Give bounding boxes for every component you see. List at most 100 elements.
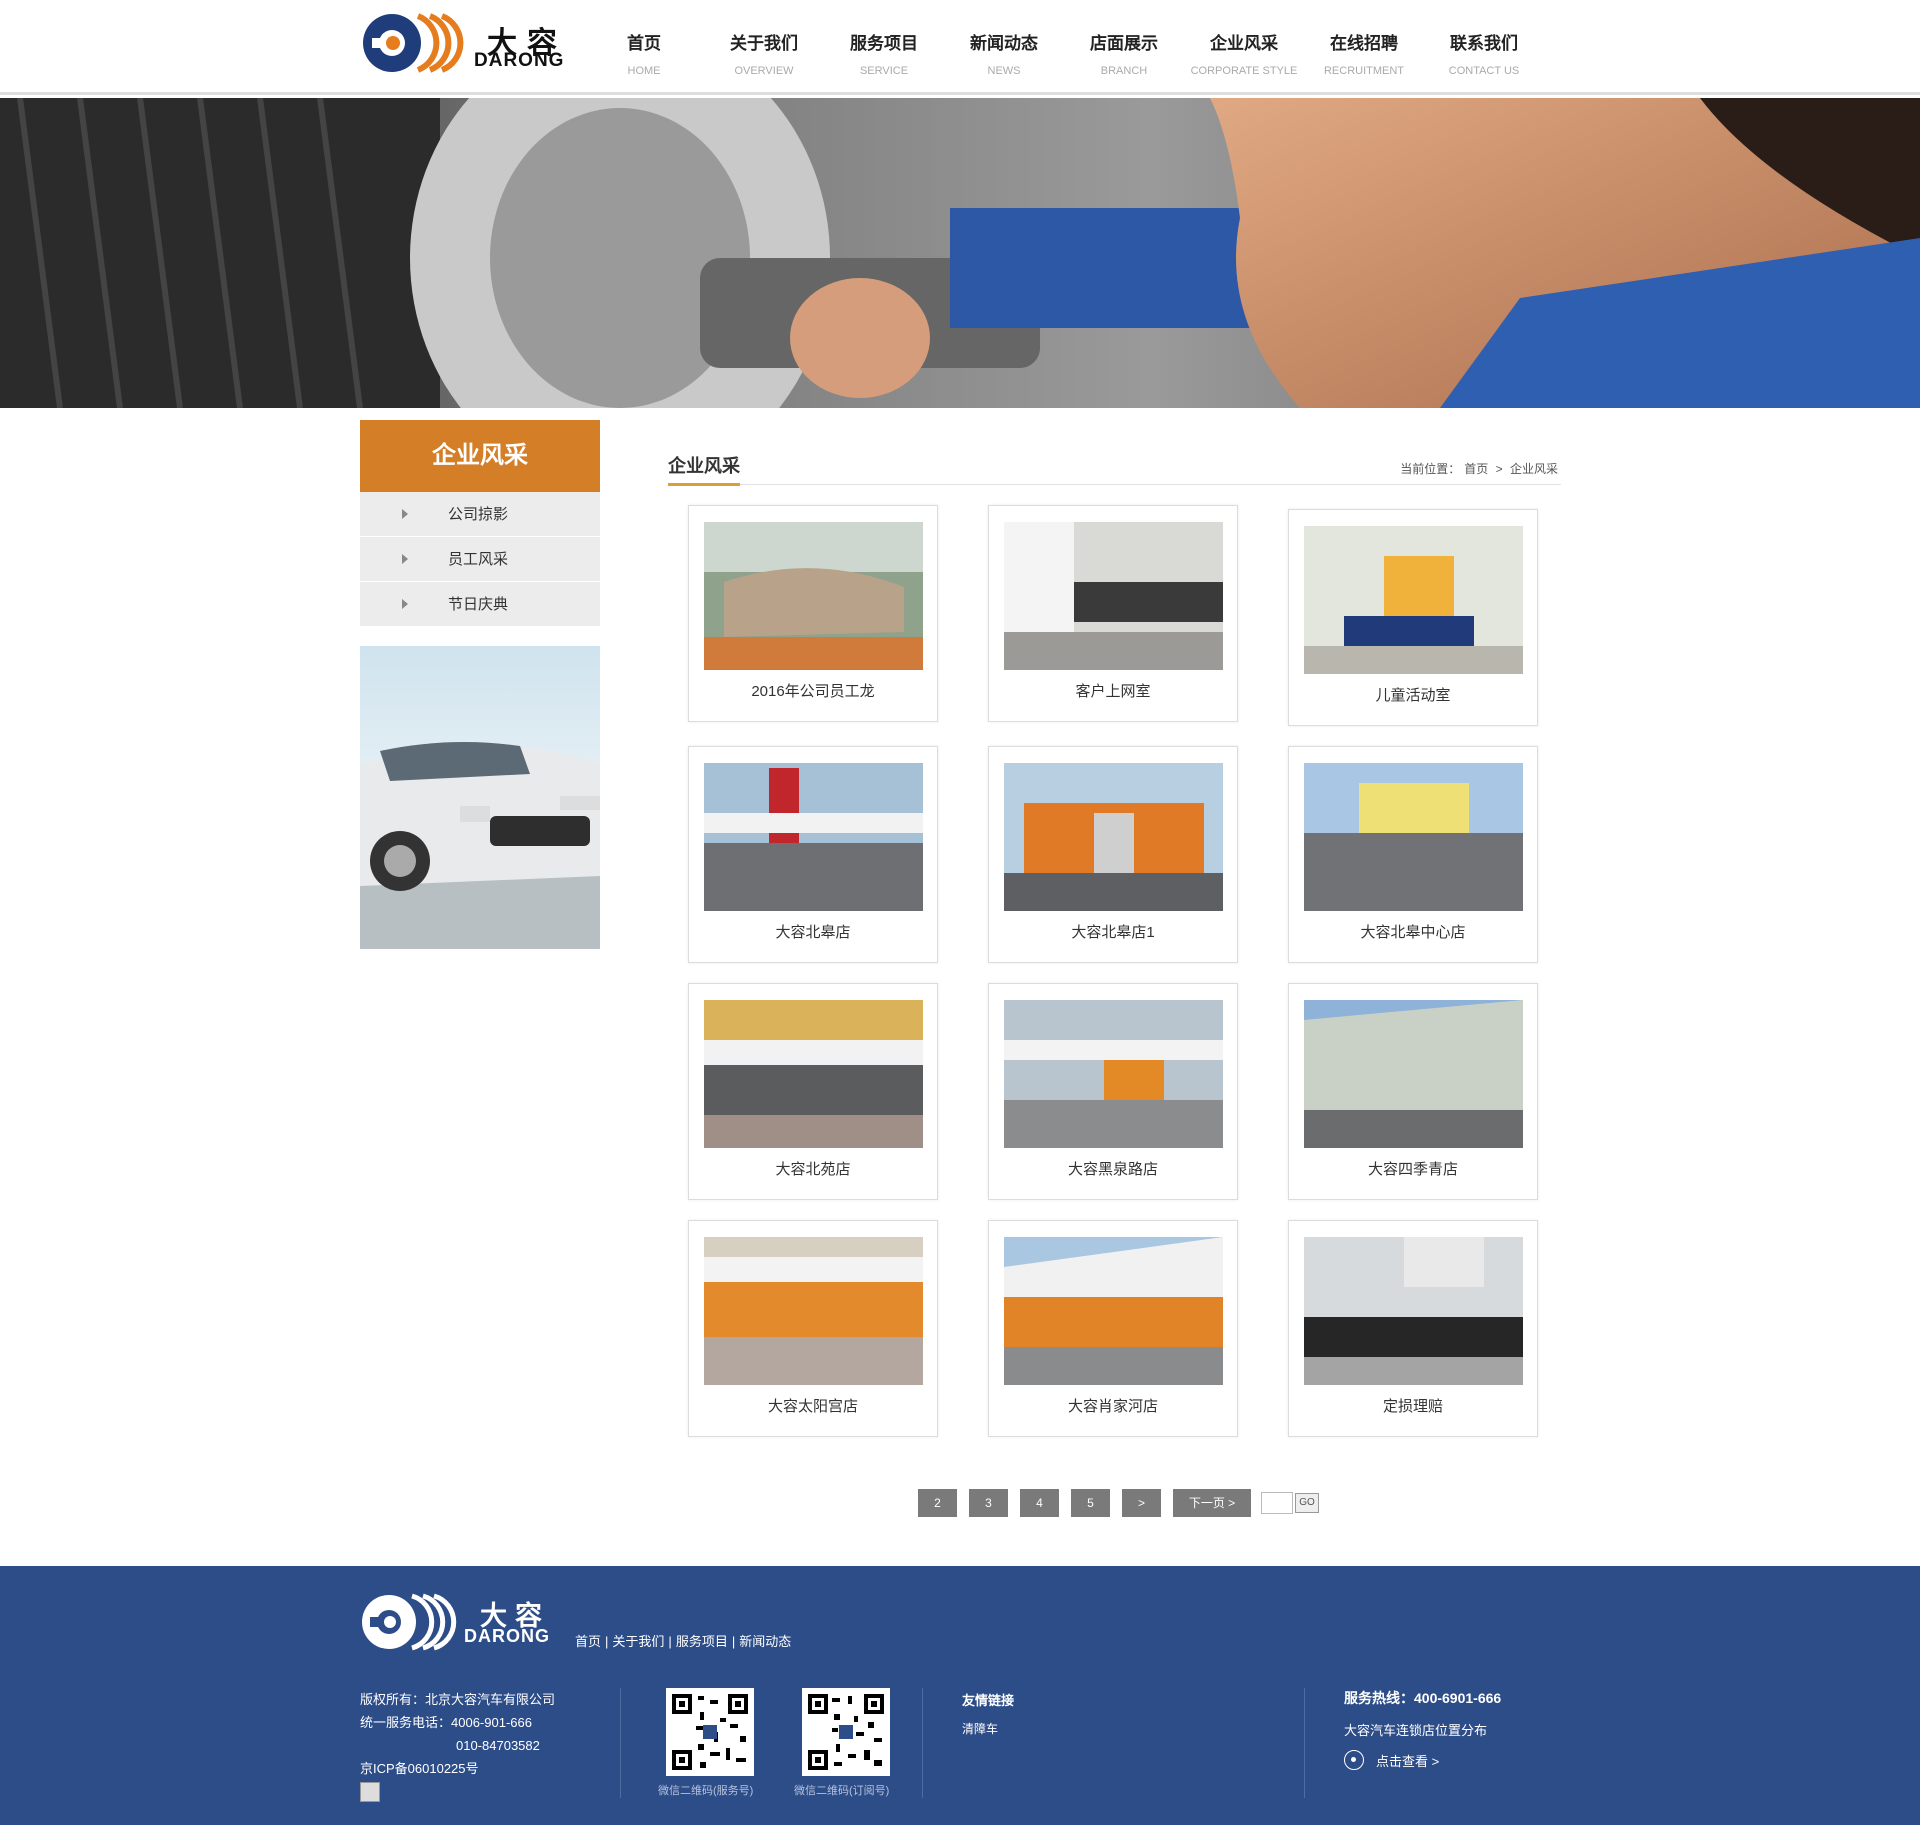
nav-label: 店面展示 — [1090, 34, 1158, 53]
hero-banner — [0, 98, 1920, 408]
nav-news[interactable]: 新闻动态 NEWS — [944, 30, 1064, 85]
sidebar-car-ad[interactable] — [360, 646, 600, 949]
friend-links-title: 友情链接 — [962, 1693, 1015, 1708]
footer-link-separator: | — [668, 1634, 672, 1649]
nav-recruitment[interactable]: 在线招聘 RECRUITMENT — [1304, 30, 1424, 85]
footer-link-separator: | — [605, 1634, 609, 1649]
footer-logo-text-en: DARONG — [464, 1626, 550, 1646]
nav-sublabel: CORPORATE STYLE — [1190, 65, 1298, 77]
photo-card[interactable]: 2016年公司员工龙 — [688, 505, 938, 722]
main-nav: 首页 HOME 关于我们 OVERVIEW 服务项目 SERVICE 新闻动态 NEWS… — [584, 30, 1544, 85]
photo-card[interactable]: 客户上网室 — [988, 505, 1238, 722]
page-link-5[interactable]: 5 — [1071, 1489, 1110, 1517]
page-jump-input[interactable] — [1261, 1492, 1293, 1514]
footer-nav: 首页 | 关于我们 | 服务项目 | 新闻动态 — [575, 1631, 791, 1650]
footer-link-home[interactable]: 首页 — [575, 1634, 601, 1649]
nav-branch[interactable]: 店面展示 BRANCH — [1064, 30, 1184, 85]
photo-caption: 大容太阳宫店 — [767, 1398, 858, 1415]
site-header: 大容 DARONG 首页 HOME 关于我们 OVERVIEW 服务项目 SERVIC… — [0, 0, 1920, 95]
photo-thumbnail — [1304, 1237, 1523, 1385]
photo-caption: 大容北皋店1 — [1071, 924, 1155, 941]
footer-link-news[interactable]: 新闻动态 — [739, 1634, 791, 1649]
sidebar-item-staff[interactable]: 员工风采 — [360, 537, 600, 582]
page-link-2[interactable]: 2 — [918, 1489, 957, 1517]
nav-sublabel: RECRUITMENT — [1323, 65, 1405, 77]
nav-label: 联系我们 — [1450, 34, 1518, 53]
footer-link-separator: | — [731, 1634, 736, 1649]
footer-divider — [1304, 1688, 1305, 1798]
logo-text-en: DARONG — [474, 50, 565, 71]
qr-caption-service: 微信二维码(服务号) — [658, 1785, 754, 1797]
photo-card[interactable]: 大容肖家河店 — [988, 1220, 1238, 1437]
photo-thumbnail — [704, 1000, 923, 1148]
photo-card[interactable]: 大容黑泉路店 — [988, 983, 1238, 1200]
breadcrumb-home-link[interactable]: 首页 — [1464, 462, 1488, 476]
pagination: 2 3 4 5 > 下一页 > GO — [918, 1489, 1319, 1517]
photo-card[interactable]: 大容北皋店 — [688, 746, 938, 963]
nav-contact[interactable]: 联系我们 CONTACT US — [1424, 30, 1544, 85]
photo-caption: 客户上网室 — [1075, 683, 1151, 700]
car-ad-image — [360, 646, 600, 949]
photo-caption: 定损理赔 — [1382, 1398, 1443, 1415]
photo-caption: 大容肖家河店 — [1067, 1398, 1158, 1415]
view-stores-button[interactable]: 点击查看 > — [1344, 1750, 1439, 1770]
nav-home[interactable]: 首页 HOME — [584, 30, 704, 85]
nav-sublabel: NEWS — [987, 65, 1021, 77]
next-page-button[interactable]: 下一页 > — [1173, 1489, 1251, 1517]
nav-overview[interactable]: 关于我们 OVERVIEW — [704, 30, 824, 85]
service-hotline: 服务热线：400-6901-666 — [1344, 1690, 1502, 1706]
stats-icon[interactable] — [360, 1782, 380, 1802]
nav-sublabel: BRANCH — [1100, 65, 1148, 77]
caret-right-icon — [402, 599, 408, 609]
photo-caption: 大容黑泉路店 — [1067, 1161, 1158, 1178]
footer-divider — [620, 1688, 621, 1798]
nav-corporate-style[interactable]: 企业风采 CORPORATE STYLE — [1184, 30, 1304, 85]
sidebar-item-company[interactable]: 公司掠影 — [360, 492, 600, 537]
footer-link-service[interactable]: 服务项目 — [676, 1634, 728, 1649]
photo-thumbnail — [704, 522, 923, 670]
nav-service[interactable]: 服务项目 SERVICE — [824, 30, 944, 85]
photo-card[interactable]: 儿童活动室 — [1288, 509, 1538, 726]
photo-caption: 大容四季青店 — [1367, 1161, 1458, 1178]
photo-thumbnail — [1004, 763, 1223, 911]
photo-caption: 大容北皋店 — [775, 924, 851, 941]
store-locations-label: 大容汽车连锁店位置分布 — [1344, 1723, 1488, 1738]
photo-card[interactable]: 定损理赔 — [1288, 1220, 1538, 1437]
photo-thumbnail — [1304, 526, 1523, 674]
page-go-button[interactable]: GO — [1295, 1493, 1319, 1513]
title-divider-accent — [668, 483, 740, 486]
sidebar-item-festival[interactable]: 节日庆典 — [360, 582, 600, 627]
photo-thumbnail — [704, 1237, 923, 1385]
page-forward-button[interactable]: > — [1122, 1489, 1161, 1517]
footer-logo[interactable]: 大容 DARONG — [360, 1592, 570, 1652]
nav-label: 在线招聘 — [1330, 34, 1398, 53]
photo-card[interactable]: 大容北苑店 — [688, 983, 938, 1200]
nav-label: 服务项目 — [850, 34, 918, 53]
qr-code-service — [666, 1688, 754, 1776]
photo-caption: 2016年公司员工龙 — [751, 683, 875, 700]
darong-logo-icon — [363, 13, 464, 73]
page-link-4[interactable]: 4 — [1020, 1489, 1059, 1517]
sidebar-item-label: 员工风采 — [448, 551, 509, 568]
photo-caption: 大容北苑店 — [775, 1161, 851, 1178]
site-logo[interactable]: 大容 DARONG — [362, 12, 582, 78]
sidebar-menu: 公司掠影 员工风采 节日庆典 — [360, 492, 600, 627]
nav-label: 新闻动态 — [970, 34, 1038, 53]
photo-caption: 大容北皋中心店 — [1360, 924, 1466, 941]
copyright-text: 版权所有：北京大容汽车有限公司 — [360, 1692, 556, 1707]
photo-card[interactable]: 大容北皋店1 — [988, 746, 1238, 963]
footer-divider — [922, 1688, 923, 1798]
footer-link-overview[interactable]: 关于我们 — [612, 1634, 664, 1649]
photo-card[interactable]: 大容四季青店 — [1288, 983, 1538, 1200]
breadcrumb-prefix: 当前位置： — [1400, 462, 1461, 476]
sidebar-item-label: 节日庆典 — [448, 596, 509, 613]
banner-image — [0, 98, 1920, 408]
photo-thumbnail — [1004, 522, 1223, 670]
footer-company-info: 版权所有：北京大容汽车有限公司 统一服务电话：4006-901-666 010-… — [360, 1688, 555, 1802]
photo-card[interactable]: 大容太阳宫店 — [688, 1220, 938, 1437]
photo-card[interactable]: 大容北皋中心店 — [1288, 746, 1538, 963]
caret-right-icon — [402, 554, 408, 564]
friend-link[interactable]: 清障车 — [962, 1720, 998, 1737]
page-link-3[interactable]: 3 — [969, 1489, 1008, 1517]
icp-license[interactable]: 京ICP备06010225号 — [360, 1757, 555, 1780]
